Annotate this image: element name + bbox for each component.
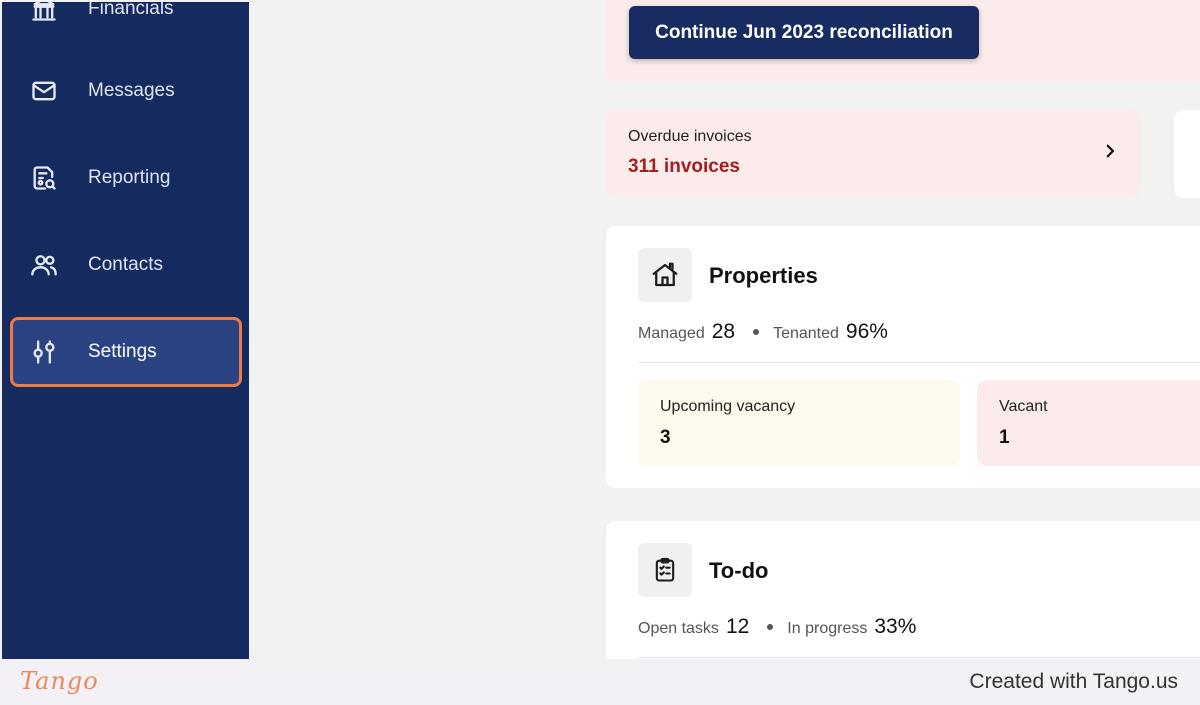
- open-tasks-label: Open tasks: [638, 620, 719, 637]
- properties-stats: Managed 28 Tenanted 96%: [638, 320, 888, 344]
- tenanted-value: 96%: [845, 320, 888, 343]
- footer-credit: Created with Tango.us: [969, 670, 1178, 693]
- upcoming-vacancy-tile[interactable]: Upcoming vacancy 3: [638, 380, 960, 466]
- divider: [638, 362, 1200, 363]
- continue-reconciliation-button[interactable]: Continue Jun 2023 reconciliation: [629, 6, 979, 59]
- todo-stats: Open tasks 12 In progress 33%: [638, 615, 916, 639]
- vacant-tile[interactable]: Vacant 1: [977, 380, 1200, 466]
- sidebar-item-label: Settings: [88, 341, 157, 362]
- chevron-right-icon: [1101, 142, 1119, 165]
- properties-title: Properties: [709, 263, 818, 288]
- main-content: Continue Jun 2023 reconciliation Overdue…: [249, 0, 1200, 659]
- overdue-invoices-value: 311 invoices: [628, 156, 740, 177]
- tile-label: Upcoming vacancy: [660, 398, 796, 415]
- in-progress-value: 33%: [874, 615, 917, 638]
- tile-value: 3: [660, 427, 671, 448]
- sidebar-item-messages[interactable]: Messages: [10, 56, 242, 126]
- house-icon: [638, 248, 692, 302]
- sidebar-item-label: Reporting: [88, 167, 171, 188]
- tango-footer: Tango Created with Tango.us: [0, 659, 1200, 705]
- separator-dot: [767, 624, 774, 630]
- divider: [638, 657, 1200, 658]
- in-progress-label: In progress: [787, 620, 868, 637]
- todo-title: To-do: [709, 558, 769, 583]
- sidebar-item-label: Messages: [88, 80, 175, 101]
- sidebar-item-reporting[interactable]: Reporting: [10, 143, 242, 213]
- tile-value: 1: [999, 427, 1010, 448]
- clipboard-checklist-icon: [638, 543, 692, 597]
- separator-dot: [753, 329, 760, 335]
- properties-card: Properties Managed 28 Tenanted 96% Upcom…: [606, 226, 1200, 488]
- managed-value: 28: [711, 320, 736, 343]
- tile-label: Vacant: [999, 398, 1048, 415]
- todo-card: To-do Open tasks 12 In progress 33%: [606, 521, 1200, 659]
- overdue-invoices-label: Overdue invoices: [628, 128, 752, 145]
- sidebar-item-contacts[interactable]: Contacts: [10, 230, 242, 300]
- report-search-icon: [28, 162, 60, 194]
- sidebar-item-financials[interactable]: Financials: [10, 2, 242, 44]
- open-tasks-value: 12: [725, 615, 750, 638]
- sidebar-item-label: Financials: [88, 2, 174, 19]
- bank-icon: [28, 2, 60, 25]
- mail-icon: [28, 75, 60, 107]
- managed-label: Managed: [638, 325, 705, 342]
- next-summary-card[interactable]: [1174, 110, 1200, 198]
- sidebar-item-label: Contacts: [88, 254, 163, 275]
- sliders-icon: [28, 336, 60, 368]
- sidebar-item-settings[interactable]: Settings: [10, 317, 242, 387]
- users-icon: [28, 249, 60, 281]
- reconciliation-banner: Continue Jun 2023 reconciliation: [606, 0, 1200, 82]
- sidebar: Financials Messages Reporting Contacts S…: [2, 2, 249, 659]
- tango-logo: Tango: [20, 667, 99, 695]
- tenanted-label: Tenanted: [773, 325, 839, 342]
- overdue-invoices-card[interactable]: Overdue invoices 311 invoices: [606, 110, 1141, 198]
